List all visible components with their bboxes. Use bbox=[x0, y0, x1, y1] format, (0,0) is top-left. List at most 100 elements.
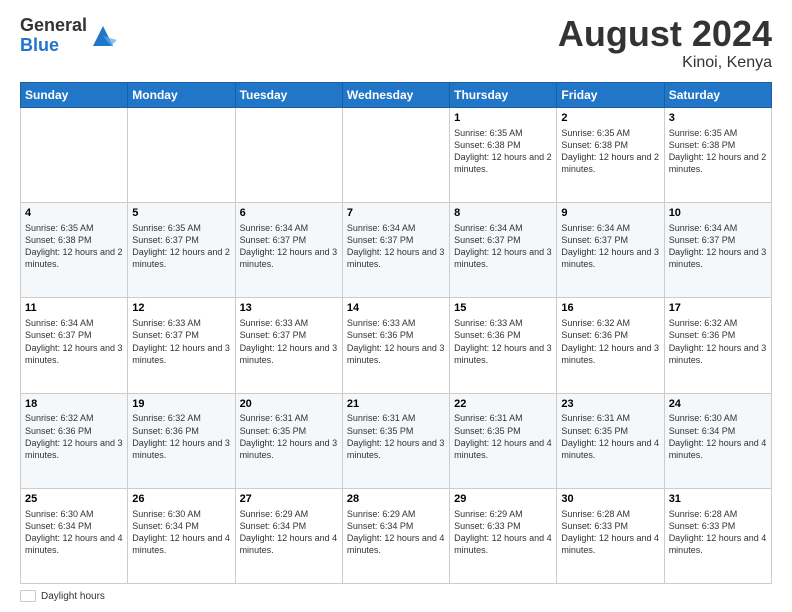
day-info: Sunset: 6:34 PM bbox=[240, 520, 338, 532]
day-number: 26 bbox=[132, 492, 230, 507]
calendar-day: 12Sunrise: 6:33 AMSunset: 6:37 PMDayligh… bbox=[128, 298, 235, 393]
day-info: Sunrise: 6:33 AM bbox=[240, 317, 338, 329]
day-info: Sunset: 6:33 PM bbox=[669, 520, 767, 532]
day-info: Sunset: 6:35 PM bbox=[454, 425, 552, 437]
calendar-day: 30Sunrise: 6:28 AMSunset: 6:33 PMDayligh… bbox=[557, 488, 664, 583]
day-number: 2 bbox=[561, 111, 659, 126]
day-info: Sunrise: 6:35 AM bbox=[669, 127, 767, 139]
day-info: Daylight: 12 hours and 4 minutes. bbox=[561, 532, 659, 556]
day-info: Sunset: 6:35 PM bbox=[240, 425, 338, 437]
calendar-day: 8Sunrise: 6:34 AMSunset: 6:37 PMDaylight… bbox=[450, 203, 557, 298]
calendar-day: 1Sunrise: 6:35 AMSunset: 6:38 PMDaylight… bbox=[450, 108, 557, 203]
calendar-day: 14Sunrise: 6:33 AMSunset: 6:36 PMDayligh… bbox=[342, 298, 449, 393]
calendar-day bbox=[342, 108, 449, 203]
day-number: 27 bbox=[240, 492, 338, 507]
day-number: 16 bbox=[561, 301, 659, 316]
day-number: 5 bbox=[132, 206, 230, 221]
day-info: Sunset: 6:37 PM bbox=[25, 329, 123, 341]
day-info: Sunrise: 6:29 AM bbox=[454, 508, 552, 520]
day-info: Daylight: 12 hours and 4 minutes. bbox=[240, 532, 338, 556]
day-info: Daylight: 12 hours and 3 minutes. bbox=[132, 342, 230, 366]
calendar-day: 10Sunrise: 6:34 AMSunset: 6:37 PMDayligh… bbox=[664, 203, 771, 298]
calendar-day: 5Sunrise: 6:35 AMSunset: 6:37 PMDaylight… bbox=[128, 203, 235, 298]
day-info: Daylight: 12 hours and 2 minutes. bbox=[132, 246, 230, 270]
day-info: Sunset: 6:38 PM bbox=[25, 234, 123, 246]
calendar-day: 21Sunrise: 6:31 AMSunset: 6:35 PMDayligh… bbox=[342, 393, 449, 488]
day-info: Sunset: 6:37 PM bbox=[240, 329, 338, 341]
day-info: Daylight: 12 hours and 4 minutes. bbox=[132, 532, 230, 556]
day-info: Sunset: 6:34 PM bbox=[347, 520, 445, 532]
calendar-week-row: 4Sunrise: 6:35 AMSunset: 6:38 PMDaylight… bbox=[21, 203, 772, 298]
logo-icon bbox=[89, 22, 117, 50]
col-wednesday: Wednesday bbox=[342, 83, 449, 108]
day-info: Daylight: 12 hours and 3 minutes. bbox=[25, 342, 123, 366]
day-info: Daylight: 12 hours and 3 minutes. bbox=[347, 437, 445, 461]
daylight-label: Daylight hours bbox=[41, 591, 105, 602]
col-friday: Friday bbox=[557, 83, 664, 108]
day-number: 11 bbox=[25, 301, 123, 316]
calendar-day bbox=[128, 108, 235, 203]
day-info: Sunset: 6:37 PM bbox=[240, 234, 338, 246]
day-number: 29 bbox=[454, 492, 552, 507]
day-info: Sunset: 6:38 PM bbox=[454, 139, 552, 151]
day-number: 24 bbox=[669, 397, 767, 412]
calendar-day: 15Sunrise: 6:33 AMSunset: 6:36 PMDayligh… bbox=[450, 298, 557, 393]
calendar-day: 22Sunrise: 6:31 AMSunset: 6:35 PMDayligh… bbox=[450, 393, 557, 488]
day-info: Daylight: 12 hours and 3 minutes. bbox=[240, 246, 338, 270]
day-number: 4 bbox=[25, 206, 123, 221]
day-info: Daylight: 12 hours and 2 minutes. bbox=[454, 151, 552, 175]
calendar-body: 1Sunrise: 6:35 AMSunset: 6:38 PMDaylight… bbox=[21, 108, 772, 584]
day-info: Daylight: 12 hours and 3 minutes. bbox=[561, 342, 659, 366]
day-info: Daylight: 12 hours and 3 minutes. bbox=[240, 437, 338, 461]
day-number: 9 bbox=[561, 206, 659, 221]
calendar-day: 24Sunrise: 6:30 AMSunset: 6:34 PMDayligh… bbox=[664, 393, 771, 488]
day-info: Sunrise: 6:29 AM bbox=[240, 508, 338, 520]
day-info: Sunset: 6:34 PM bbox=[132, 520, 230, 532]
day-info: Daylight: 12 hours and 2 minutes. bbox=[25, 246, 123, 270]
day-number: 30 bbox=[561, 492, 659, 507]
footer: Daylight hours bbox=[20, 590, 772, 602]
day-info: Sunrise: 6:35 AM bbox=[25, 222, 123, 234]
day-info: Sunset: 6:36 PM bbox=[132, 425, 230, 437]
calendar-table: Sunday Monday Tuesday Wednesday Thursday… bbox=[20, 82, 772, 584]
day-info: Sunrise: 6:34 AM bbox=[669, 222, 767, 234]
calendar-week-row: 25Sunrise: 6:30 AMSunset: 6:34 PMDayligh… bbox=[21, 488, 772, 583]
logo-general: General bbox=[20, 16, 87, 36]
day-info: Sunrise: 6:32 AM bbox=[561, 317, 659, 329]
calendar-day: 26Sunrise: 6:30 AMSunset: 6:34 PMDayligh… bbox=[128, 488, 235, 583]
day-info: Sunrise: 6:33 AM bbox=[132, 317, 230, 329]
day-info: Sunrise: 6:30 AM bbox=[25, 508, 123, 520]
day-number: 25 bbox=[25, 492, 123, 507]
calendar-day: 6Sunrise: 6:34 AMSunset: 6:37 PMDaylight… bbox=[235, 203, 342, 298]
calendar-day: 19Sunrise: 6:32 AMSunset: 6:36 PMDayligh… bbox=[128, 393, 235, 488]
day-info: Sunset: 6:38 PM bbox=[669, 139, 767, 151]
day-info: Sunrise: 6:33 AM bbox=[454, 317, 552, 329]
day-info: Sunset: 6:36 PM bbox=[25, 425, 123, 437]
day-info: Sunset: 6:34 PM bbox=[669, 425, 767, 437]
calendar-day: 9Sunrise: 6:34 AMSunset: 6:37 PMDaylight… bbox=[557, 203, 664, 298]
calendar-day: 16Sunrise: 6:32 AMSunset: 6:36 PMDayligh… bbox=[557, 298, 664, 393]
day-number: 19 bbox=[132, 397, 230, 412]
day-info: Daylight: 12 hours and 3 minutes. bbox=[132, 437, 230, 461]
day-number: 28 bbox=[347, 492, 445, 507]
col-saturday: Saturday bbox=[664, 83, 771, 108]
day-info: Daylight: 12 hours and 2 minutes. bbox=[669, 151, 767, 175]
header: General Blue August 2024 Kinoi, Kenya bbox=[20, 16, 772, 72]
day-info: Sunset: 6:37 PM bbox=[347, 234, 445, 246]
day-number: 12 bbox=[132, 301, 230, 316]
calendar-day: 4Sunrise: 6:35 AMSunset: 6:38 PMDaylight… bbox=[21, 203, 128, 298]
title-block: August 2024 Kinoi, Kenya bbox=[558, 16, 772, 72]
calendar-day: 20Sunrise: 6:31 AMSunset: 6:35 PMDayligh… bbox=[235, 393, 342, 488]
day-number: 10 bbox=[669, 206, 767, 221]
logo: General Blue bbox=[20, 16, 117, 56]
day-info: Sunrise: 6:30 AM bbox=[132, 508, 230, 520]
day-number: 18 bbox=[25, 397, 123, 412]
calendar-day: 3Sunrise: 6:35 AMSunset: 6:38 PMDaylight… bbox=[664, 108, 771, 203]
day-info: Daylight: 12 hours and 3 minutes. bbox=[669, 342, 767, 366]
calendar-day bbox=[235, 108, 342, 203]
day-info: Sunset: 6:38 PM bbox=[561, 139, 659, 151]
logo-text: General Blue bbox=[20, 16, 87, 56]
day-info: Sunset: 6:37 PM bbox=[561, 234, 659, 246]
col-sunday: Sunday bbox=[21, 83, 128, 108]
day-info: Sunrise: 6:28 AM bbox=[669, 508, 767, 520]
